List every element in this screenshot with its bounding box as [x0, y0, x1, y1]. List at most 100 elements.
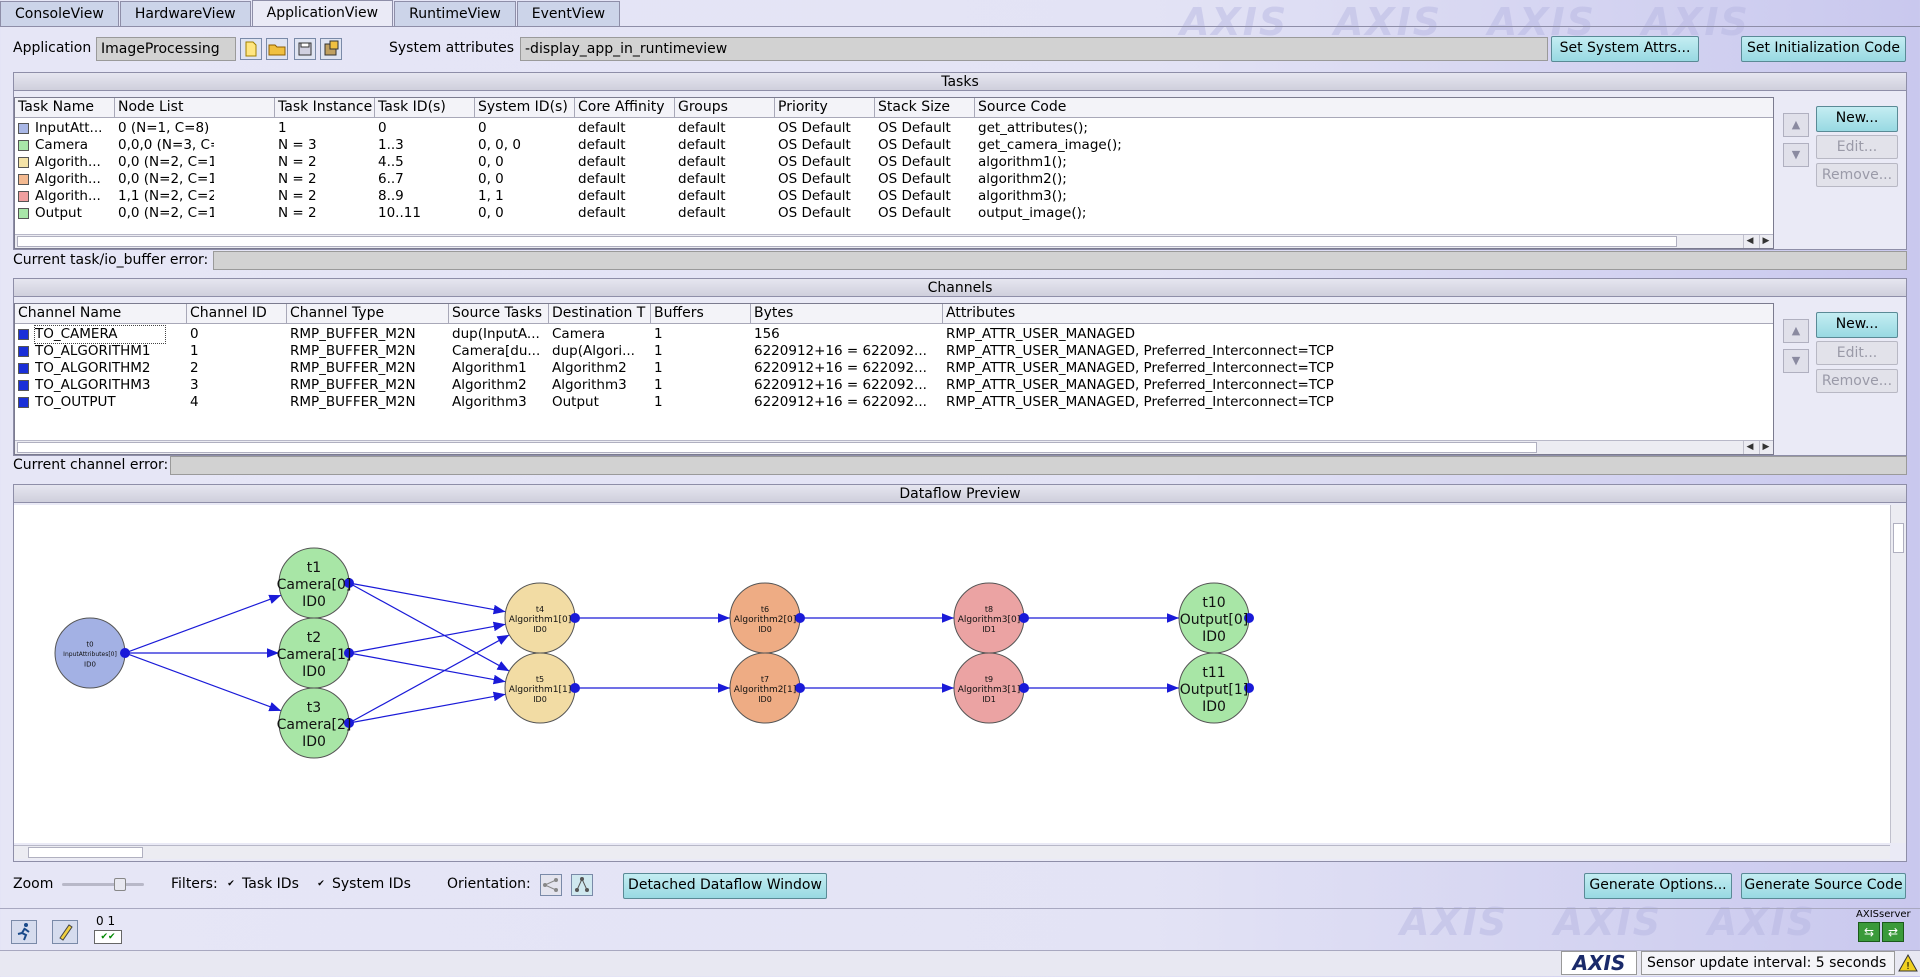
- dataflow-node-t7[interactable]: t7Algorithm2[1]ID0: [729, 652, 805, 724]
- channels-edit-button[interactable]: Edit...: [1816, 341, 1898, 365]
- system-ids-checkbox[interactable]: ✔: [316, 879, 326, 889]
- dataflow-canvas[interactable]: t0 InputAttributes[0] ID0 t1 Camera[0] ID0 t2 C…: [14, 505, 1890, 843]
- task-row-cell[interactable]: 0, 0, 0: [478, 137, 574, 154]
- task-row-cell[interactable]: OS Default: [778, 205, 874, 222]
- channel-row-cell[interactable]: RMP_BUFFER_M2N: [290, 326, 448, 343]
- detached-dataflow-window-button[interactable]: Detached Dataflow Window: [623, 873, 827, 899]
- task-row-cell[interactable]: get_camera_image();: [978, 137, 1678, 154]
- task-row-cell[interactable]: OS Default: [878, 154, 974, 171]
- task-row-cell[interactable]: 0, 0: [478, 154, 574, 171]
- channel-row-cell[interactable]: RMP_ATTR_USER_MANAGED, Preferred_Interco…: [946, 394, 1766, 411]
- task-row-cell[interactable]: Algorith...: [35, 171, 113, 188]
- task-row-cell[interactable]: default: [578, 171, 674, 188]
- task-row-cell[interactable]: default: [678, 205, 774, 222]
- task-ids-checkbox[interactable]: ✔: [226, 879, 236, 889]
- tab-eventview[interactable]: EventView: [516, 1, 621, 27]
- dataflow-vertical-scrollbar[interactable]: [1890, 505, 1906, 843]
- channel-row-cell[interactable]: RMP_BUFFER_M2N: [290, 394, 448, 411]
- task-row-cell[interactable]: OS Default: [878, 120, 974, 137]
- channel-row-cell[interactable]: Algorithm2: [552, 360, 650, 377]
- channels-col-bytes[interactable]: Bytes: [751, 304, 943, 324]
- task-row-cell[interactable]: Output: [35, 205, 113, 222]
- open-folder-icon[interactable]: [266, 38, 288, 60]
- task-row-cell[interactable]: 0,0 (N=2, C=16): [118, 154, 214, 171]
- tasks-new-button[interactable]: New...: [1816, 106, 1898, 132]
- channel-row-cell[interactable]: 1: [654, 377, 750, 394]
- channels-col-type[interactable]: Channel Type: [287, 304, 449, 324]
- task-row-cell[interactable]: N = 2: [278, 205, 374, 222]
- channel-row-cell[interactable]: 6220912+16 = 622092...: [754, 377, 942, 394]
- task-row-cell[interactable]: default: [678, 137, 774, 154]
- warning-icon[interactable]: !: [1898, 953, 1918, 973]
- scroll-left-icon[interactable]: ◀: [1743, 235, 1756, 248]
- dataflow-node-t8[interactable]: t8Algorithm3[0]ID1: [953, 582, 1029, 654]
- task-row-cell[interactable]: OS Default: [778, 137, 874, 154]
- task-row-cell[interactable]: algorithm2();: [978, 171, 1678, 188]
- channel-row-cell[interactable]: Camera[du...: [452, 343, 548, 360]
- dataflow-node-t5[interactable]: t5Algorithm1[1]ID0: [504, 652, 580, 724]
- pencil-icon[interactable]: [52, 920, 78, 944]
- task-row-cell[interactable]: OS Default: [778, 188, 874, 205]
- tasks-col-system-ids[interactable]: System ID(s): [475, 98, 575, 118]
- scroll-right-icon[interactable]: ▶: [1759, 441, 1772, 454]
- task-row-cell[interactable]: default: [678, 188, 774, 205]
- task-row-cell[interactable]: default: [678, 120, 774, 137]
- channel-row-cell[interactable]: 1: [654, 343, 750, 360]
- channel-row-cell[interactable]: Algorithm3: [452, 394, 548, 411]
- set-system-attrs-button[interactable]: Set System Attrs...: [1551, 36, 1699, 62]
- tab-runtimeview[interactable]: RuntimeView: [394, 1, 516, 27]
- generate-source-code-button[interactable]: Generate Source Code: [1741, 873, 1906, 899]
- tasks-col-node-list[interactable]: Node List: [115, 98, 275, 118]
- channel-row-cell[interactable]: 1: [654, 394, 750, 411]
- set-initialization-code-button[interactable]: Set Initialization Code: [1741, 36, 1906, 62]
- task-row-cell[interactable]: 1,1 (N=2, C=2): [118, 188, 214, 205]
- task-row-cell[interactable]: algorithm3();: [978, 188, 1678, 205]
- task-row-cell[interactable]: 1..3: [378, 137, 474, 154]
- channel-row-cell[interactable]: Algorithm3: [552, 377, 650, 394]
- save-as-icon[interactable]: [320, 38, 342, 60]
- tasks-col-task-instance[interactable]: Task Instance: [275, 98, 375, 118]
- channel-row-cell[interactable]: Algorithm2: [452, 377, 548, 394]
- dataflow-node-t6[interactable]: t6Algorithm2[0]ID0: [729, 582, 805, 654]
- tasks-edit-button[interactable]: Edit...: [1816, 135, 1898, 159]
- task-row-cell[interactable]: 0, 0: [478, 205, 574, 222]
- move-down-icon[interactable]: ▼: [1783, 143, 1809, 167]
- task-row-cell[interactable]: output_image();: [978, 205, 1678, 222]
- channel-row-cell[interactable]: TO_CAMERA: [34, 325, 166, 344]
- channels-col-name[interactable]: Channel Name: [15, 304, 187, 324]
- task-row-cell[interactable]: default: [578, 137, 674, 154]
- tasks-col-priority[interactable]: Priority: [775, 98, 875, 118]
- task-row-cell[interactable]: OS Default: [878, 137, 974, 154]
- tasks-col-stack-size[interactable]: Stack Size: [875, 98, 975, 118]
- task-row-cell[interactable]: default: [578, 205, 674, 222]
- server-status-icon[interactable]: ⇄: [1882, 922, 1904, 942]
- channel-row-cell[interactable]: Camera: [552, 326, 650, 343]
- channel-row-cell[interactable]: 1: [654, 326, 750, 343]
- server-connect-icon[interactable]: ⇆: [1858, 922, 1880, 942]
- dataflow-node-t4[interactable]: t4Algorithm1[0]ID0: [504, 582, 580, 654]
- task-row-cell[interactable]: OS Default: [778, 171, 874, 188]
- task-row-cell[interactable]: 0,0 (N=2, C=16): [118, 205, 214, 222]
- task-row-cell[interactable]: N = 3: [278, 137, 374, 154]
- move-up-icon[interactable]: ▲: [1783, 319, 1809, 343]
- channel-row-cell[interactable]: 6220912+16 = 622092...: [754, 394, 942, 411]
- task-row-cell[interactable]: 0,0 (N=2, C=16): [118, 171, 214, 188]
- task-row-cell[interactable]: OS Default: [878, 205, 974, 222]
- task-row-cell[interactable]: N = 2: [278, 171, 374, 188]
- task-row-cell[interactable]: OS Default: [878, 171, 974, 188]
- new-file-icon[interactable]: [240, 38, 262, 60]
- task-row-cell[interactable]: 0: [378, 120, 474, 137]
- channel-row-cell[interactable]: 6220912+16 = 622092...: [754, 360, 942, 377]
- task-row-cell[interactable]: get_attributes();: [978, 120, 1678, 137]
- channel-row-cell[interactable]: RMP_BUFFER_M2N: [290, 377, 448, 394]
- runner-icon[interactable]: [11, 920, 37, 944]
- dataflow-node-t1[interactable]: t1Camera[0]ID0: [277, 547, 354, 619]
- task-row-cell[interactable]: Algorith...: [35, 154, 113, 171]
- tasks-horizontal-scrollbar[interactable]: ◀ ▶: [15, 234, 1773, 248]
- task-row-cell[interactable]: Algorith...: [35, 188, 113, 205]
- task-row-cell[interactable]: default: [578, 154, 674, 171]
- scroll-left-icon[interactable]: ◀: [1743, 441, 1756, 454]
- channel-row-cell[interactable]: RMP_ATTR_USER_MANAGED, Preferred_Interco…: [946, 343, 1766, 360]
- tasks-col-core-affinity[interactable]: Core Affinity: [575, 98, 675, 118]
- dataflow-node-t3[interactable]: t3Camera[2]ID0: [277, 687, 354, 759]
